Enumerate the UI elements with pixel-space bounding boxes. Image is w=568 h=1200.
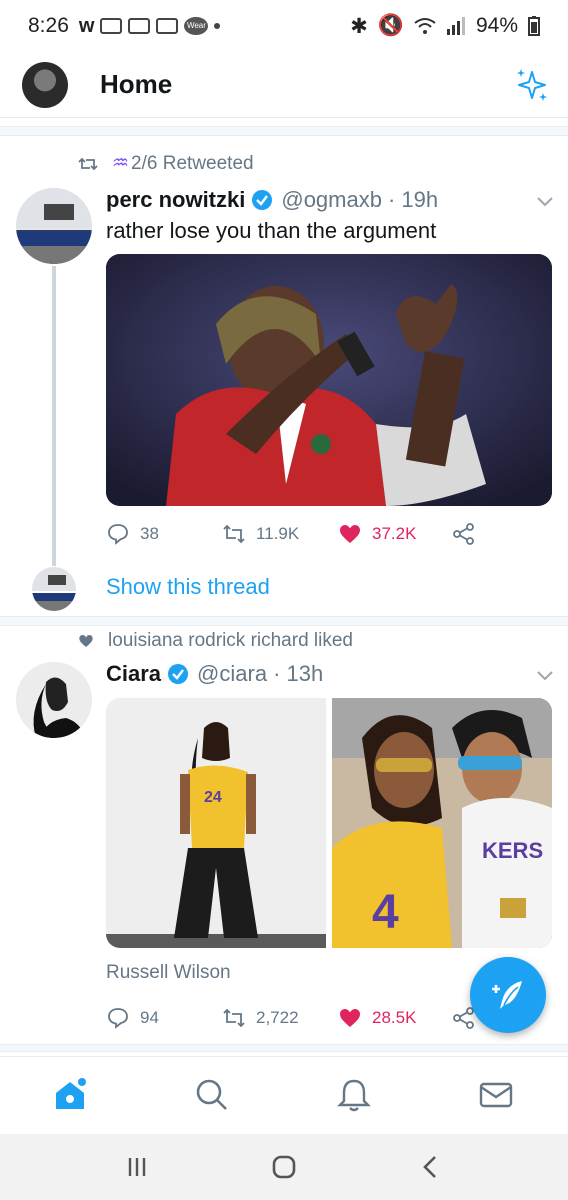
chevron-down-icon[interactable] <box>536 196 554 208</box>
timeline-divider <box>0 1044 568 1052</box>
profile-avatar-button[interactable] <box>22 61 68 108</box>
like-context[interactable]: louisiana rodrick richard liked <box>78 630 353 652</box>
author-name[interactable]: Ciara <box>106 661 161 687</box>
heart-icon <box>340 1009 360 1027</box>
retweet-button[interactable]: 2,722 <box>222 1006 299 1030</box>
battery-percent: 94% <box>475 14 518 37</box>
verified-badge-icon <box>252 190 273 210</box>
tweet-timestamp: · 19h <box>387 187 439 212</box>
mail-icon <box>100 18 123 34</box>
like-button[interactable]: 37.2K <box>338 522 416 546</box>
tweet-photo-left[interactable]: 24 <box>106 698 326 948</box>
svg-text:KERS: KERS <box>482 838 543 863</box>
page-title: Home <box>100 69 173 99</box>
messages-tab-icon[interactable] <box>478 1077 514 1113</box>
status-time: 8:26 <box>28 14 69 37</box>
more-notifications-dot <box>214 23 221 29</box>
heart-icon <box>340 525 360 543</box>
share-icon <box>453 523 474 545</box>
tweet-author-avatar[interactable] <box>16 188 92 264</box>
system-navigation-bar <box>0 1134 568 1200</box>
mute-icon: 🔇 <box>377 14 404 37</box>
tweet-header: perc nowitzki @ogmaxb · 19h <box>106 187 438 213</box>
search-tab-icon[interactable] <box>194 1077 230 1113</box>
retweet-emoji-icon: ♒ <box>112 153 130 174</box>
timeline-divider <box>0 126 568 136</box>
avatar-image <box>16 188 92 264</box>
home-nav-icon[interactable] <box>269 1152 299 1182</box>
chevron-down-icon[interactable] <box>536 670 554 682</box>
retweet-button[interactable]: 11.9K <box>222 522 299 546</box>
tweet-header: Ciara @ciara · 13h <box>106 661 323 687</box>
status-notification-icons: w Wear <box>79 15 221 38</box>
reply-icon <box>108 524 128 545</box>
tweet-actions: 38 11.9K 37.2K <box>106 522 552 548</box>
media-tag-caption[interactable]: Russell Wilson <box>106 962 231 984</box>
reply-count: 94 <box>140 1008 159 1027</box>
status-bar: 8:26 w Wear ✱ 🔇 94% <box>0 0 568 52</box>
svg-text:24: 24 <box>204 789 222 806</box>
reply-icon <box>108 1008 128 1029</box>
tweet-text: rather lose you than the argument <box>106 218 437 243</box>
wear-os-icon: Wear <box>184 17 209 35</box>
notification-app-icon: w <box>78 14 95 37</box>
mail-icon <box>128 18 151 34</box>
mail-icon <box>156 18 179 34</box>
like-count: 28.5K <box>372 1008 417 1027</box>
retweet-icon <box>223 524 245 544</box>
avatar-image <box>32 567 76 611</box>
photo-image <box>106 254 552 506</box>
retweet-count: 2,722 <box>256 1008 299 1027</box>
retweet-icon <box>223 1008 245 1028</box>
battery-icon <box>528 16 540 36</box>
like-count: 37.2K <box>372 524 417 543</box>
tweet-timestamp: · 13h <box>273 661 324 686</box>
signal-icon <box>446 17 465 35</box>
wifi-icon <box>414 18 436 34</box>
thread-connector-line <box>52 266 56 566</box>
retweet-icon <box>78 157 98 170</box>
thread-author-avatar[interactable] <box>32 567 76 611</box>
notifications-tab-icon[interactable] <box>336 1077 372 1113</box>
show-thread-link[interactable]: Show this thread <box>106 574 270 600</box>
reply-button[interactable]: 38 <box>106 522 159 546</box>
photo-image: 24 <box>106 698 326 948</box>
retweet-context-text: 2/6 Retweeted <box>131 152 254 174</box>
tweet-author-avatar[interactable] <box>16 662 92 738</box>
top-tweets-sparkle-icon[interactable] <box>512 66 550 104</box>
author-name[interactable]: perc nowitzki <box>106 187 245 213</box>
like-button[interactable]: 28.5K <box>338 1006 416 1030</box>
bottom-tab-bar <box>0 1056 568 1134</box>
avatar-image <box>16 662 92 738</box>
compose-tweet-button[interactable] <box>470 957 546 1033</box>
compose-tweet-icon <box>492 981 522 1009</box>
back-icon[interactable] <box>416 1152 446 1182</box>
recent-apps-icon[interactable] <box>122 1152 152 1182</box>
retweet-count: 11.9K <box>256 524 300 543</box>
tweet-photo[interactable] <box>106 254 552 506</box>
reply-button[interactable]: 94 <box>106 1006 159 1030</box>
author-handle[interactable]: @ciara <box>197 661 267 687</box>
app-bar: Home <box>0 52 568 118</box>
svg-text:4: 4 <box>372 886 399 939</box>
home-tab-icon[interactable] <box>52 1077 88 1113</box>
bluetooth-icon: ✱ <box>350 14 368 38</box>
timeline-divider <box>0 616 568 626</box>
reply-count: 38 <box>140 524 159 543</box>
author-handle[interactable]: @ogmaxb <box>281 187 382 213</box>
photo-image: KERS 4 <box>332 698 552 948</box>
retweet-context[interactable]: ♒ 2/6 Retweeted <box>78 152 254 175</box>
like-context-text: louisiana rodrick richard liked <box>108 630 353 651</box>
verified-badge-icon <box>168 664 189 684</box>
tweet-photo-right[interactable]: KERS 4 <box>332 698 552 948</box>
share-button[interactable] <box>452 522 476 546</box>
heart-icon <box>79 635 93 647</box>
